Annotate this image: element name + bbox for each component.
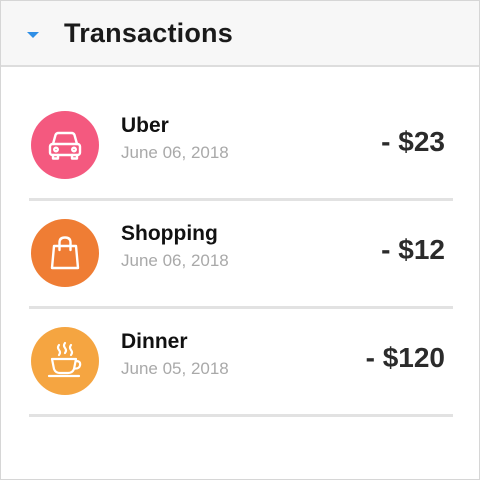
transaction-row-dinner[interactable]: Dinner June 05, 2018 - $120 bbox=[29, 307, 453, 417]
transaction-date: June 05, 2018 bbox=[121, 359, 229, 378]
car-icon bbox=[48, 131, 82, 160]
transaction-amount: - $23 bbox=[381, 126, 445, 157]
transaction-name: Uber bbox=[121, 114, 169, 137]
transaction-name: Dinner bbox=[121, 330, 188, 353]
row-divider bbox=[29, 414, 453, 417]
transactions-card: Transactions Uber June 06, 2018 - $23 Sh… bbox=[0, 0, 480, 480]
transaction-date: June 06, 2018 bbox=[121, 251, 229, 270]
shopping-avatar bbox=[31, 219, 99, 287]
shopping-bag-icon bbox=[50, 236, 80, 270]
transaction-name: Shopping bbox=[121, 222, 218, 245]
transaction-row-uber[interactable]: Uber June 06, 2018 - $23 bbox=[29, 91, 453, 201]
transaction-amount: - $12 bbox=[381, 234, 445, 265]
uber-avatar bbox=[31, 111, 99, 179]
transaction-amount: - $120 bbox=[365, 342, 445, 373]
coffee-cup-icon bbox=[47, 341, 82, 378]
transaction-date: June 06, 2018 bbox=[121, 143, 229, 162]
dinner-avatar bbox=[31, 327, 99, 395]
transaction-row-shopping[interactable]: Shopping June 06, 2018 - $12 bbox=[29, 199, 453, 309]
section-title: Transactions bbox=[64, 18, 233, 48]
chevron-down-icon[interactable] bbox=[27, 32, 39, 38]
transactions-header[interactable]: Transactions bbox=[1, 1, 479, 67]
